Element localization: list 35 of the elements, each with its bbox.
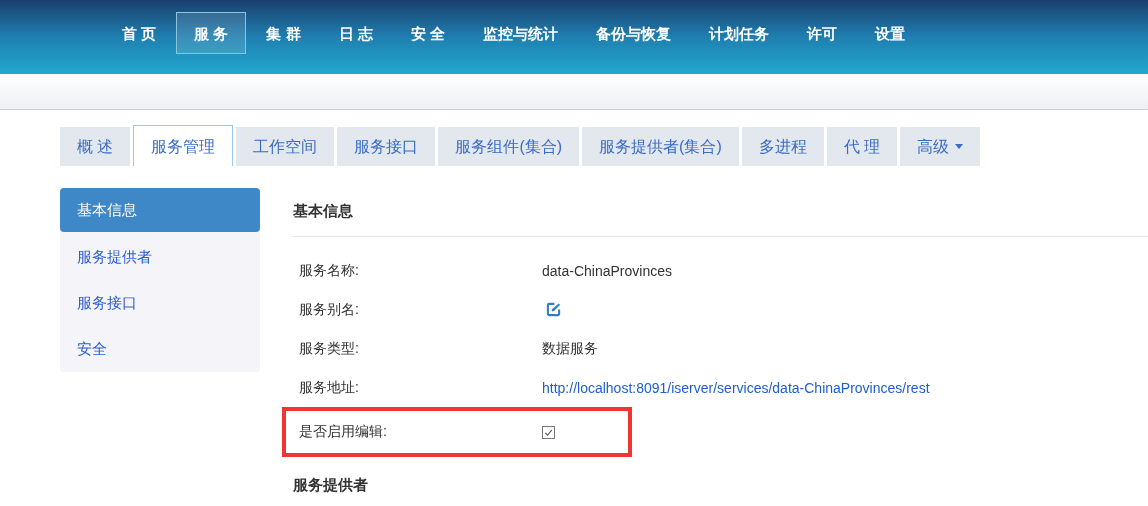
sidebar-item[interactable]: 基本信息 <box>60 188 260 232</box>
nav-item[interactable]: 首 页 <box>104 12 175 54</box>
nav-item[interactable]: 安 全 <box>392 12 463 54</box>
edit-icon[interactable] <box>546 302 561 317</box>
sidebar-item[interactable]: 服务提供者 <box>60 234 260 280</box>
field-value: 数据服务 <box>542 339 598 358</box>
tab[interactable]: 代 理 <box>826 127 898 166</box>
nav-item[interactable]: 集 群 <box>248 12 319 54</box>
tab[interactable]: 高级 <box>900 127 981 166</box>
section-title: 服务提供者 <box>293 475 369 495</box>
sidebar-item[interactable]: 服务接口 <box>60 280 260 326</box>
tab[interactable]: 服务管理 <box>133 125 234 166</box>
nav-item[interactable]: 许可 <box>788 12 855 54</box>
field-value: data-ChinaProvinces <box>542 262 672 279</box>
field-label: 服务名称: <box>299 261 360 280</box>
tab[interactable]: 多进程 <box>741 127 824 166</box>
tab[interactable]: 服务接口 <box>337 127 436 166</box>
field-label: 服务类型: <box>299 339 360 358</box>
nav-item[interactable]: 备份与恢复 <box>577 12 689 54</box>
sidebar-item[interactable]: 安全 <box>60 326 260 372</box>
nav-item[interactable]: 设置 <box>856 12 923 54</box>
tab[interactable]: 服务组件(集合) <box>438 127 580 166</box>
nav-item[interactable]: 日 志 <box>320 12 391 54</box>
nav-item[interactable]: 监控与统计 <box>464 12 576 54</box>
tab[interactable]: 工作空间 <box>236 127 335 166</box>
field-label: 服务地址: <box>299 378 360 397</box>
tab[interactable]: 概 述 <box>60 127 131 166</box>
nav-item[interactable]: 计划任务 <box>690 12 787 54</box>
field-label: 服务别名: <box>299 300 360 319</box>
checkbox[interactable] <box>542 425 555 439</box>
nav-item[interactable]: 服 务 <box>176 12 247 54</box>
tab[interactable]: 服务提供者(集合) <box>582 127 739 166</box>
section-title: 基本信息 <box>293 188 1148 237</box>
field-label: 是否启用编辑: <box>299 423 388 441</box>
service-url-link[interactable]: http://localhost:8091/iserver/services/data-ChinaProvinces/rest <box>542 379 930 396</box>
